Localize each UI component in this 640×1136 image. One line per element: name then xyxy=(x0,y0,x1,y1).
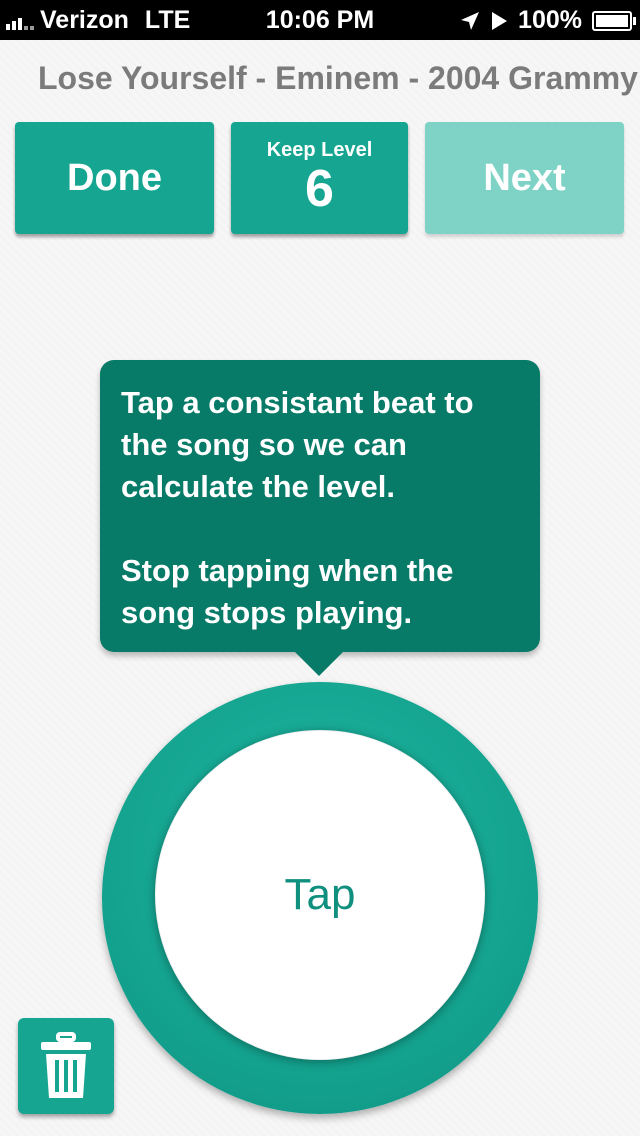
battery-percent: 100% xyxy=(518,6,582,34)
trash-icon xyxy=(41,1032,91,1098)
keep-level-label: Keep Level xyxy=(266,139,373,161)
tooltip-text-1: Tap a consistant beat to the song so we … xyxy=(121,385,474,504)
tooltip-arrow xyxy=(295,652,343,676)
instruction-tooltip: Tap a consistant beat to the song so we … xyxy=(100,360,540,652)
status-right: 100% xyxy=(460,6,636,35)
status-bar: Verizon LTE 10:06 PM 100% xyxy=(0,0,640,40)
done-button[interactable]: Done xyxy=(15,122,214,234)
trash-button[interactable] xyxy=(18,1018,114,1114)
location-arrow-icon xyxy=(461,11,480,30)
next-button[interactable]: Next xyxy=(425,122,624,234)
battery-icon xyxy=(592,10,636,31)
level-value: 6 xyxy=(305,160,334,218)
keep-level-button[interactable]: Keep Level 6 xyxy=(231,122,408,234)
main-content: Lose Yourself - Eminem - 2004 Grammy Don… xyxy=(0,40,640,1136)
next-button-label: Next xyxy=(483,156,566,199)
done-button-label: Done xyxy=(67,156,162,199)
song-title: Lose Yourself - Eminem - 2004 Grammy xyxy=(38,60,638,96)
tap-button[interactable]: Tap xyxy=(155,730,485,1060)
tap-button-label: Tap xyxy=(284,870,356,919)
tooltip-text-2: Stop tapping when the song stops playing… xyxy=(121,553,454,630)
play-icon xyxy=(492,11,508,30)
